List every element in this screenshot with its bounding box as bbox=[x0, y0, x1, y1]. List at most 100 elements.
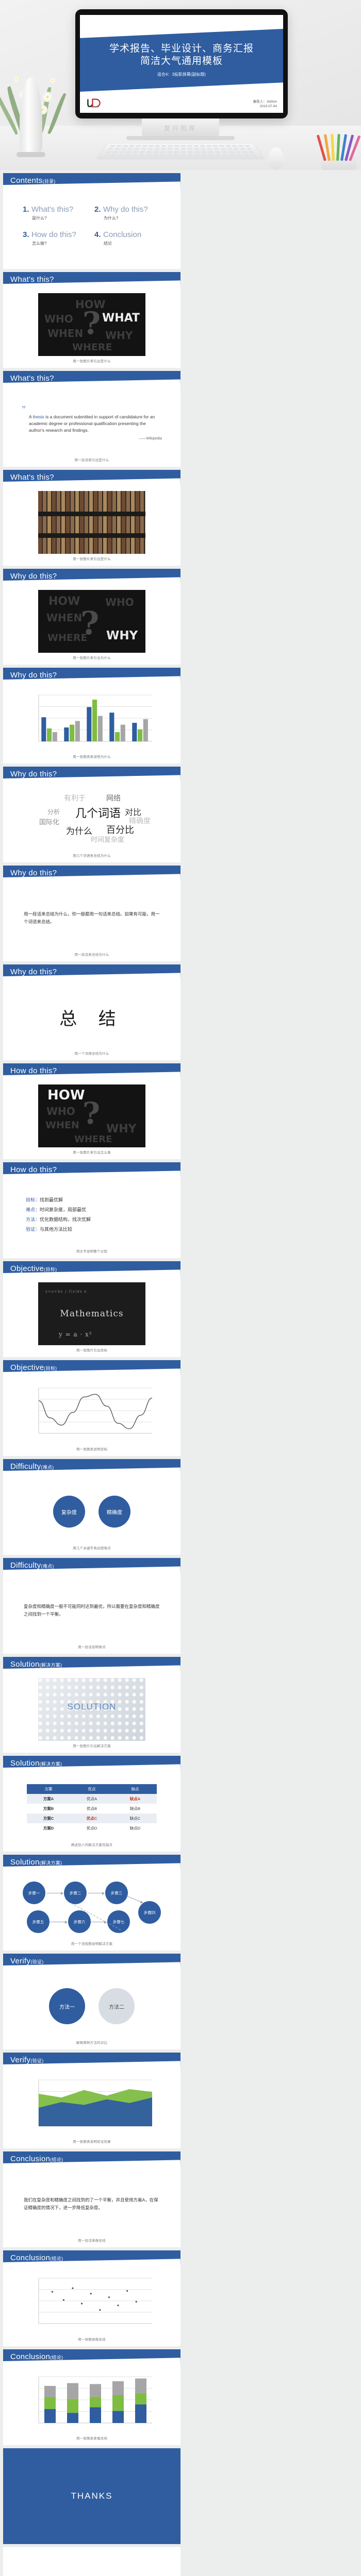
slide-title: Verify bbox=[10, 2055, 31, 2064]
slide-header: Solution(解决方案) bbox=[3, 1657, 180, 1671]
objective-line: 目标：找到最优解 bbox=[26, 1195, 158, 1205]
quote-source: ——Wikipedia bbox=[139, 436, 162, 440]
slide-caption: 用一个词语总结为什么 bbox=[74, 1052, 109, 1056]
toc-item[interactable]: 2. Why do this? 为什么? bbox=[94, 205, 161, 221]
title-line-2: 简洁大气通用模板 bbox=[140, 56, 223, 66]
stand-watermark: 复兴图库 bbox=[163, 125, 198, 132]
quote-block: ” A thesis is a document submitted in su… bbox=[10, 404, 173, 440]
slide-verify-chart[interactable]: Verify(验证) 用一张图表说明验证结果 bbox=[3, 2053, 180, 2148]
slide-body: 步骤一 步骤二 步骤三 步骤四 步骤五 步骤六 步骤七 用一个流程图说明解决方案 bbox=[3, 1870, 180, 1951]
flow-node[interactable]: 步骤二 bbox=[64, 1882, 87, 1904]
toc-item[interactable]: 3. How do this? 怎么做? bbox=[23, 230, 89, 246]
quote-mark-icon: ” bbox=[22, 404, 26, 414]
slide-caption: 用一张图片来引出是什么 bbox=[73, 360, 111, 363]
slide-how-chalk[interactable]: How do this? HOW WHO WHEN WHY WHERE ? 用一… bbox=[3, 1063, 180, 1159]
slide-contents[interactable]: Contents(目录) 1. What's this? 是什么? 2. Why… bbox=[3, 173, 180, 269]
slide-conclusion-scatter[interactable]: Conclusion(结论) 用一张图表做总结 bbox=[3, 2250, 180, 2346]
table-row[interactable]: 方案A 优点A 缺点A bbox=[27, 1793, 157, 1804]
slide-solution-table[interactable]: Solution(解决方案) 方案 优点 缺点 方案A 优点A 缺点A 方案B … bbox=[3, 1756, 180, 1852]
slide-whats-this-photo[interactable]: What's this? HOW WHO WHAT WHEN WHY WHERE… bbox=[3, 272, 180, 368]
slide-why-paragraph[interactable]: Why do this? 用一段话来总结为什么，你一般都用一句话来总结。如果有可… bbox=[3, 866, 180, 961]
slide-verify-two[interactable]: Verify(验证) 方法一 方法二 解释两种方法的对比 bbox=[3, 1954, 180, 2049]
slide-whats-this-quote[interactable]: What's this? ” A thesis is a document su… bbox=[3, 371, 180, 467]
slide-body: 用一张图表做总结 bbox=[3, 2266, 180, 2346]
slide-solution-flow[interactable]: Solution(解决方案) 步骤一 步骤二 步骤三 步骤四 步骤五 步骤六 步… bbox=[3, 1855, 180, 1951]
flow-diagram: 步骤一 步骤二 步骤三 步骤四 步骤五 步骤六 步骤七 bbox=[20, 1880, 164, 1934]
footer-note: SUCAI999模板网 www.SUCAI999.com 授权发布 bbox=[3, 2547, 180, 2576]
flow-node[interactable]: 步骤六 bbox=[68, 1910, 91, 1933]
slide-solution-photo[interactable]: Solution(解决方案) SOLUTION 用一张图片引出解决方案 bbox=[3, 1657, 180, 1753]
slide-body: ” A thesis is a document submitted in su… bbox=[3, 386, 180, 467]
slide-body: 复杂度和精确度一般不可能同时达到最优，所以需要在复杂度和精确度之间找到一个平衡。… bbox=[3, 1573, 180, 1654]
slide-why-chalk[interactable]: Why do this? HOW WHO WHEN WHY WHERE ? 用一… bbox=[3, 569, 180, 665]
mouse bbox=[268, 147, 284, 170]
slide-caption: 用一张图片来引出为什么 bbox=[73, 656, 111, 660]
slide-header: Difficulty(难点) bbox=[3, 1459, 180, 1473]
method-circle-one[interactable]: 方法一 bbox=[49, 1988, 85, 2024]
flow-node[interactable]: 步骤三 bbox=[105, 1882, 128, 1904]
slide-header: Why do this? bbox=[3, 668, 180, 682]
slide-why-bigword[interactable]: Why do this? 总 结 用一个词语总结为什么 bbox=[3, 964, 180, 1060]
scatter-chart bbox=[38, 2278, 152, 2324]
objective-line: 难点：时间复杂度，局部最优 bbox=[26, 1205, 158, 1215]
slide-why-chart[interactable]: Why do this? 用一张图表来说明为什么 bbox=[3, 668, 180, 764]
big-word: 总 结 bbox=[59, 1009, 124, 1029]
keyword-circle[interactable]: 精确度 bbox=[99, 1496, 130, 1528]
slide-objective-math[interactable]: Objective(目标) Mathematics y=a+bx ∫ f(x)d… bbox=[3, 1261, 180, 1357]
method-circle-two[interactable]: 方法二 bbox=[99, 1988, 135, 2024]
flow-node[interactable]: 步骤一 bbox=[23, 1882, 45, 1904]
objective-line: 方法：优化数据结构，找次优解 bbox=[26, 1215, 158, 1225]
slide-objective-curve[interactable]: Objective(目标) 用一张图表说明目标 bbox=[3, 1360, 180, 1456]
slide-conclusion-bars[interactable]: Conclusion(结论) 用一张图表来做总结 bbox=[3, 2349, 180, 2445]
slide-title: Conclusion bbox=[10, 2154, 51, 2163]
slide-title-zh: (难点) bbox=[41, 1464, 54, 1470]
slide-title-zh: (结论) bbox=[50, 2157, 63, 2162]
objective-value: 时间复杂度，局部最优 bbox=[40, 1207, 87, 1212]
slide-body: 复杂度 精确度 用几个关键字表达困难点 bbox=[3, 1475, 180, 1555]
table-row[interactable]: 方案D 优点D 缺点D bbox=[27, 1823, 157, 1833]
cloud-word: 网络 bbox=[106, 794, 121, 802]
slide-caption: 用一张图片引出解决方案 bbox=[73, 1744, 111, 1748]
slide-body: 目标：找到最优解 难点：时间复杂度，局部最优 方法：优化数据结构，找次优解 验证… bbox=[3, 1178, 180, 1258]
slide-body: 用一张图表来说明为什么 bbox=[3, 683, 180, 764]
slide-how-text[interactable]: How do this? 目标：找到最优解 难点：时间复杂度，局部最优 方法：优… bbox=[3, 1162, 180, 1258]
slide-title-zh: (解决方案) bbox=[39, 1860, 62, 1866]
flow-node[interactable]: 步骤五 bbox=[27, 1910, 50, 1933]
table-cell: 缺点A bbox=[113, 1793, 157, 1804]
table-cell: 优点D bbox=[86, 1825, 97, 1831]
hero-banner: 学术报告、毕业设计、商务汇报 简洁大气通用模板 适合4：3投影屏幕(副标题) 报… bbox=[0, 0, 361, 170]
slide-whats-this-books[interactable]: What's this? 用一张图片来引出是什么 bbox=[3, 470, 180, 566]
slide-title: Objective bbox=[10, 1264, 44, 1273]
slide-difficulty-circles[interactable]: Difficulty(难点) 复杂度 精确度 用几个关键字表达困难点 bbox=[3, 1459, 180, 1555]
cloud-word: 国际化 bbox=[39, 818, 60, 826]
toc-item[interactable]: 4. Conclusion 结论 bbox=[94, 230, 161, 246]
date-label: 2015-07-04 bbox=[259, 105, 277, 108]
quote-keyword: thesis bbox=[32, 414, 44, 419]
board-text: SOLUTION bbox=[67, 1702, 117, 1712]
slide-why-cloud[interactable]: Why do this? 有利于 网络 分析 几个词语 对比 国际化 精确度 为… bbox=[3, 767, 180, 862]
chalk-word: HOW bbox=[47, 1088, 85, 1103]
slide-title: Contents bbox=[10, 176, 43, 185]
objective-value: 找到最优解 bbox=[40, 1197, 63, 1202]
chalk-word: WHO bbox=[105, 596, 134, 608]
table-row[interactable]: 方案C 优点C 缺点C bbox=[27, 1813, 157, 1823]
toc-item[interactable]: 1. What's this? 是什么? bbox=[23, 205, 89, 221]
slide-conclusion-text[interactable]: Conclusion(结论) 我们在复杂度和精确度之间找到的了一个平衡，并且使用… bbox=[3, 2151, 180, 2247]
toc-label-zh: 是什么? bbox=[32, 216, 47, 221]
flow-node[interactable]: 步骤七 bbox=[107, 1910, 130, 1933]
cloud-word: 时间复杂度 bbox=[91, 836, 125, 843]
table-row[interactable]: 方案B 优点B 缺点B bbox=[27, 1804, 157, 1814]
objective-list: 目标：找到最优解 难点：时间复杂度，局部最优 方法：优化数据结构，找次优解 验证… bbox=[10, 1195, 173, 1234]
slide-caption: 用一张图表来说明为什么 bbox=[73, 755, 111, 759]
flow-node[interactable]: 步骤四 bbox=[138, 1901, 161, 1924]
chalk-word: WHY bbox=[105, 329, 133, 342]
slide-thanks[interactable]: THANKS bbox=[3, 2448, 180, 2544]
keyword-circle[interactable]: 复杂度 bbox=[53, 1496, 85, 1528]
chalk-word: WHAT bbox=[102, 312, 140, 325]
slide-title: Objective bbox=[10, 1363, 44, 1372]
slide-header: Verify(验证) bbox=[3, 1954, 180, 1968]
solution-image: SOLUTION bbox=[38, 1678, 145, 1741]
table-cell: 缺点B bbox=[129, 1806, 140, 1811]
slide-difficulty-text[interactable]: Difficulty(难点) 复杂度和精确度一般不可能同时达到最优，所以需要在复… bbox=[3, 1558, 180, 1654]
slide-header: How do this? bbox=[3, 1063, 180, 1078]
